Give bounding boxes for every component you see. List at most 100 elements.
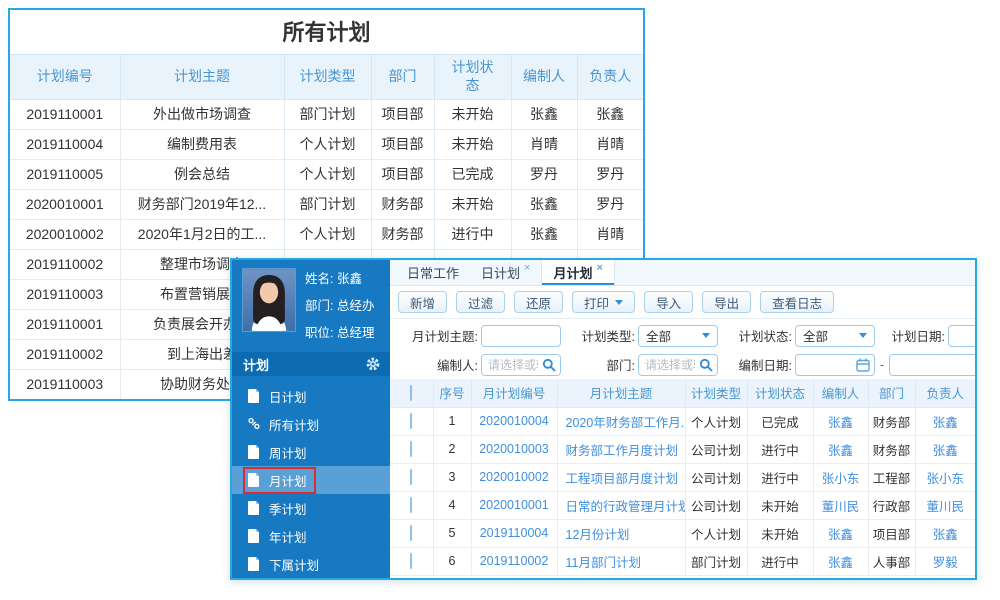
row-checkbox[interactable] [410, 441, 413, 457]
tab-label: 月计划 [553, 266, 593, 281]
row-checkbox[interactable] [410, 553, 413, 569]
sidebar-section-plan[interactable]: 计划 [232, 352, 390, 376]
cell-subject-link[interactable]: 财务部工作月度计划 [556, 434, 686, 464]
print-button[interactable]: 打印 [572, 291, 636, 313]
cell-plan-no-link[interactable]: 2019110004 [470, 518, 558, 548]
gear-icon[interactable] [366, 357, 380, 371]
table-header-row: 计划编号 计划主题 计划类型 部门 计划状态 编制人 负责人 [10, 55, 643, 100]
sidebar-item-all-plans[interactable]: 所有计划 [232, 410, 390, 438]
sidebar-item-quarterly-plan[interactable]: 季计划 [232, 494, 390, 522]
cell-creator: 张鑫 [510, 188, 578, 220]
select-all-checkbox[interactable] [410, 384, 413, 401]
cell-plan-no-link[interactable]: 2019110002 [470, 546, 558, 576]
export-button[interactable]: 导出 [702, 291, 752, 313]
cell-subject-link[interactable]: 日常的行政管理月计划 [556, 490, 686, 520]
plan-date-field [948, 324, 975, 347]
import-button[interactable]: 导入 [644, 291, 694, 313]
cell-owner-link[interactable]: 张鑫 [914, 434, 975, 464]
search-icon[interactable] [542, 358, 556, 372]
chevron-down-icon [859, 333, 867, 338]
cell-type: 个人计划 [684, 518, 748, 548]
reset-button[interactable]: 还原 [514, 291, 564, 313]
sidebar-item-yearly-plan[interactable]: 年计划 [232, 522, 390, 550]
tab-monthly-plan[interactable]: 月计划 × [541, 260, 615, 285]
cell-creator-link[interactable]: 董川民 [812, 490, 869, 520]
sidebar-item-daily-plan[interactable]: 日计划 [232, 382, 390, 410]
sidebar-item-label: 年计划 [269, 530, 307, 545]
cell-subject-link[interactable]: 11月部门计划 [556, 546, 686, 576]
cell-owner: 罗丹 [576, 158, 643, 190]
cell-plan-no-link[interactable]: 2020010003 [470, 434, 558, 464]
row-checkbox[interactable] [410, 413, 413, 429]
type-select[interactable]: 全部 [638, 324, 718, 347]
cell-plan-no-link[interactable]: 2020010004 [470, 406, 558, 436]
table-header-row: 序号 月计划编号 月计划主题 计划类型 计划状态 编制人 部门 负责人 [390, 379, 975, 408]
row-checkbox[interactable] [410, 469, 413, 485]
cell-subject-link[interactable]: 12月份计划 [556, 518, 686, 548]
subject-input[interactable] [482, 325, 560, 346]
created-date-to-input[interactable] [890, 354, 975, 375]
plan-date-input[interactable] [949, 325, 975, 346]
cell-index: 2 [432, 434, 472, 464]
view-log-button[interactable]: 查看日志 [760, 291, 835, 313]
row-checkbox[interactable] [410, 525, 413, 541]
cell-subject: 编制费用表 [119, 128, 285, 160]
calendar-icon[interactable] [856, 358, 870, 372]
cell-owner-link[interactable]: 张鑫 [914, 518, 975, 548]
close-icon[interactable]: × [596, 262, 602, 274]
cell-dept: 行政部 [867, 490, 916, 520]
sidebar-menu: 日计划 所有计划 周计划 月计划 季计划 年计划 下属计划 [232, 376, 390, 578]
chevron-down-icon [702, 333, 710, 338]
creator-filter-field [481, 353, 561, 376]
cell-dept: 财务部 [867, 434, 916, 464]
sidebar-item-subordinate-plan[interactable]: 下属计划 [232, 550, 390, 578]
sidebar-item-weekly-plan[interactable]: 周计划 [232, 438, 390, 466]
sidebar-item-monthly-plan[interactable]: 月计划 [232, 466, 390, 494]
status-select[interactable]: 全部 [795, 324, 875, 347]
cell-subject-link[interactable]: 2020年财务部工作月... [556, 406, 686, 436]
row-checkbox[interactable] [410, 497, 413, 513]
cell-owner-link[interactable]: 董川民 [914, 490, 975, 520]
file-icon [248, 501, 260, 515]
cell-plan-no-link[interactable]: 2020010002 [470, 462, 558, 492]
file-icon [248, 473, 260, 487]
table-row: 2020010002 2020年1月2日的工... 个人计划 财务部 进行中 张鑫 肖晴 [10, 218, 643, 250]
button-label: 导入 [656, 296, 682, 311]
col-status: 计划状态 [433, 55, 512, 100]
sidebar-item-label: 日计划 [269, 390, 307, 405]
section-label: 计划 [243, 357, 270, 373]
profile-info: 姓名: 张鑫 部门: 总经办 职位: 总经理 [305, 268, 374, 341]
cell-creator-link[interactable]: 张小东 [812, 462, 869, 492]
file-icon [248, 529, 260, 543]
created-date-to-field [889, 353, 975, 376]
tab-daily-work[interactable]: 日常工作 [396, 260, 470, 285]
cell-subject-link[interactable]: 工程项目部月度计划 [556, 462, 686, 492]
cell-creator-link[interactable]: 张鑫 [812, 434, 869, 464]
table-row: 2019110005 例会总结 个人计划 项目部 已完成 罗丹 罗丹 [10, 158, 643, 190]
col-plan-no: 月计划编号 [470, 379, 558, 408]
cell-plan-no-link[interactable]: 2020010001 [470, 490, 558, 520]
chevron-down-icon [615, 299, 624, 305]
search-icon[interactable] [699, 358, 713, 372]
cell-creator-link[interactable]: 张鑫 [812, 406, 869, 436]
cell-creator: 张鑫 [510, 98, 578, 130]
row-select [390, 518, 434, 548]
cell-dept: 项目部 [370, 98, 435, 130]
table-row: 2 2020010003 财务部工作月度计划 公司计划 进行中 张鑫 财务部 张鑫 [390, 434, 975, 464]
cell-owner-link[interactable]: 罗毅 [914, 546, 975, 576]
cell-subject: 例会总结 [119, 158, 285, 190]
profile-photo [242, 268, 296, 332]
tab-daily-plan[interactable]: 日计划 × [470, 260, 541, 285]
button-label: 过滤 [468, 296, 494, 311]
filter-button[interactable]: 过滤 [456, 291, 506, 313]
cell-type: 部门计划 [283, 188, 372, 220]
add-button[interactable]: 新增 [398, 291, 448, 313]
close-icon[interactable]: × [524, 262, 530, 274]
cell-creator-link[interactable]: 张鑫 [812, 518, 869, 548]
dept-label: 部门: [305, 299, 334, 313]
cell-creator: 罗丹 [510, 158, 578, 190]
cell-type: 个人计划 [283, 218, 372, 250]
cell-owner-link[interactable]: 张鑫 [914, 406, 975, 436]
cell-owner-link[interactable]: 张小东 [914, 462, 975, 492]
cell-creator-link[interactable]: 张鑫 [812, 546, 869, 576]
